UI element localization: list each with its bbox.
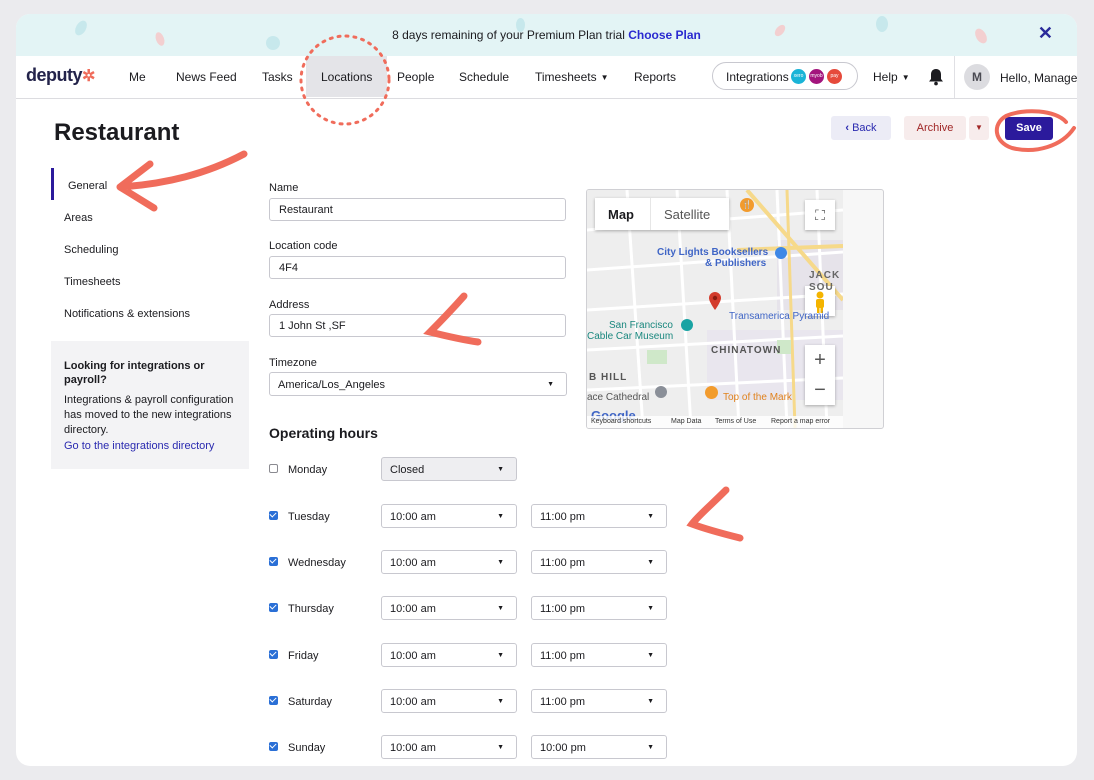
general-arrow bbox=[116, 150, 248, 212]
annotation-overlay bbox=[116, 34, 1076, 542]
app-window: 8 days remaining of your Premium Plan tr… bbox=[16, 14, 1077, 766]
hours-arrow bbox=[686, 486, 744, 542]
locations-highlight-circle bbox=[299, 34, 391, 126]
address-arrow bbox=[423, 292, 482, 346]
save-highlight-circle bbox=[995, 109, 1076, 152]
